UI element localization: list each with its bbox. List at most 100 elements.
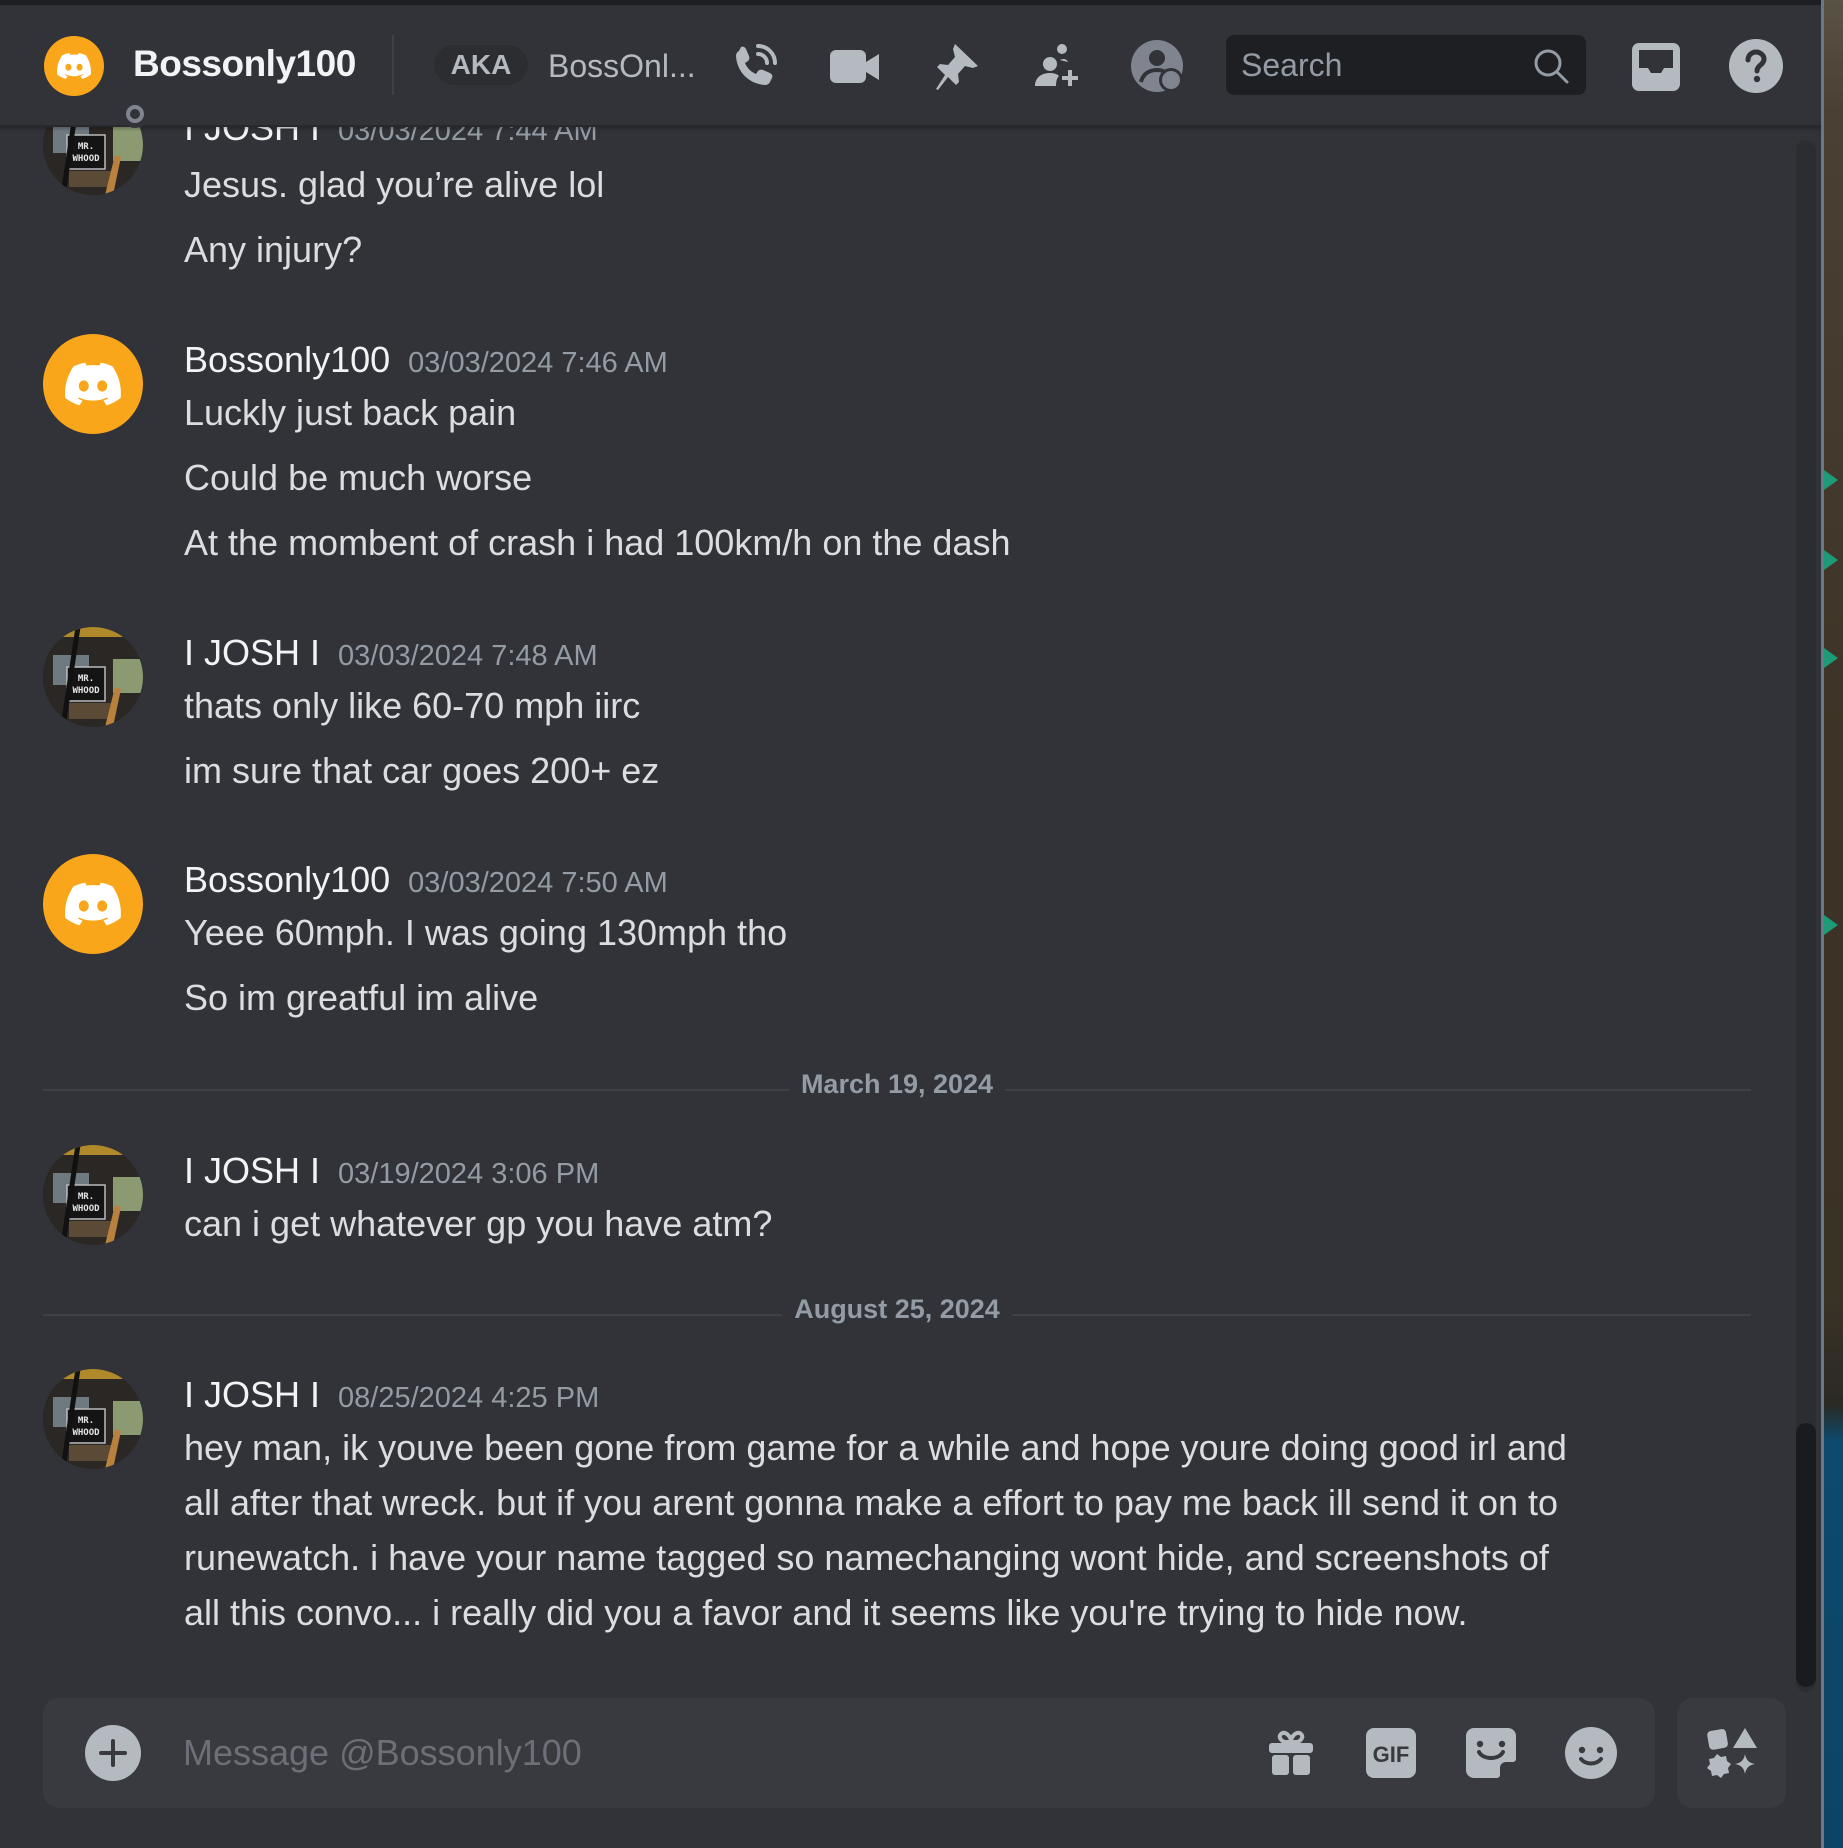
bossonly-avatar[interactable] xyxy=(43,334,143,434)
avatar-sign-text: WHOOD xyxy=(72,154,100,164)
sticker-picker-button[interactable] xyxy=(1464,1726,1518,1780)
avatar-sign-text: WHOOD xyxy=(72,1204,100,1214)
josh-avatar[interactable]: MR. WHOOD xyxy=(43,1145,143,1245)
josh-avatar[interactable]: MR. WHOOD xyxy=(43,125,143,195)
message-timestamp: 03/03/2024 7:48 AM xyxy=(338,640,598,672)
add-friend-icon xyxy=(1035,44,1078,86)
background-decoration xyxy=(1824,915,1838,935)
message-line: Could be much worse xyxy=(184,457,533,498)
message-author[interactable]: I JOSH I 03/03/2024 7:48 AM xyxy=(184,632,598,674)
user-profile-icon xyxy=(1131,40,1183,92)
message-composer: GIF xyxy=(43,1698,1655,1808)
author-name[interactable]: I JOSH I xyxy=(184,632,320,673)
message-input[interactable] xyxy=(183,1698,1183,1808)
search-box[interactable] xyxy=(1226,35,1586,95)
author-name[interactable]: Bossonly100 xyxy=(184,859,390,900)
message-line: can i get whatever gp you have atm? xyxy=(184,1203,773,1244)
message-line: runewatch. i have your name tagged so na… xyxy=(184,1537,1549,1578)
josh-avatar[interactable]: MR. WHOOD xyxy=(43,1369,143,1469)
aka-badge[interactable]: AKA xyxy=(434,45,528,85)
emoji-picker-button[interactable] xyxy=(1564,1726,1618,1780)
message-timestamp: 03/03/2024 7:50 AM xyxy=(408,867,668,899)
inbox-button[interactable] xyxy=(1628,38,1684,94)
header-divider xyxy=(392,35,394,95)
discord-logo-icon xyxy=(65,362,121,406)
bossonly-avatar[interactable] xyxy=(43,854,143,954)
message-line: thats only like 60-70 mph iirc xyxy=(184,685,641,726)
author-name[interactable]: I JOSH I xyxy=(184,1374,320,1415)
message-line: Yeee 60mph. I was going 130mph tho xyxy=(184,912,788,953)
gif-picker-button[interactable]: GIF xyxy=(1364,1726,1418,1780)
message-line: im sure that car goes 200+ ez xyxy=(184,750,660,791)
attach-file-button[interactable] xyxy=(85,1725,141,1781)
message-line: Jesus. glad you’re alive lol xyxy=(184,164,605,205)
background-decoration xyxy=(1824,550,1838,570)
avatar-sign-text: MR. xyxy=(78,1192,94,1202)
avatar-sign-text: MR. xyxy=(78,1416,94,1426)
avatar-photo: MR. WHOOD xyxy=(43,627,143,727)
message-line: Any injury? xyxy=(184,229,363,270)
message-timestamp: 08/25/2024 4:25 PM xyxy=(338,1382,600,1414)
avatar-sign-text: MR. xyxy=(78,674,94,684)
author-name[interactable]: Bossonly100 xyxy=(184,339,390,380)
apps-icon xyxy=(1707,1728,1757,1778)
message-line: At the mombent of crash i had 100km/h on… xyxy=(184,522,1011,563)
message-line: hey man, ik youve been gone from game fo… xyxy=(184,1427,1567,1468)
send-gift-button[interactable] xyxy=(1264,1726,1318,1780)
avatar-photo: MR. WHOOD xyxy=(43,1369,143,1469)
search-input[interactable] xyxy=(1241,35,1521,95)
date-divider-label: March 19, 2024 xyxy=(788,1069,1006,1100)
aka-names[interactable]: BossOnl... xyxy=(548,48,696,85)
background-decoration xyxy=(1824,470,1838,490)
pin-icon xyxy=(936,44,978,90)
gift-icon xyxy=(1269,1730,1313,1775)
message-author[interactable]: Bossonly100 03/03/2024 7:50 AM xyxy=(184,859,668,901)
message-line: all after that wreck. but if you arent g… xyxy=(184,1482,1559,1523)
background-decoration xyxy=(1824,648,1838,668)
date-divider: August 25, 2024 xyxy=(43,1294,1751,1325)
message-line: So im greatful im alive xyxy=(184,977,539,1018)
help-icon xyxy=(1729,39,1783,93)
josh-avatar[interactable]: MR. WHOOD xyxy=(43,627,143,727)
avatar-sign-text: WHOOD xyxy=(72,686,100,696)
background-desktop-sliver xyxy=(1821,0,1843,1848)
user-profile-toggle-button[interactable] xyxy=(1129,38,1185,94)
help-button[interactable] xyxy=(1728,38,1784,94)
avatar-photo: MR. WHOOD xyxy=(43,125,143,195)
header-avatar[interactable] xyxy=(44,36,149,128)
phone-call-icon xyxy=(736,44,777,85)
scrollbar-thumb[interactable] xyxy=(1796,1423,1816,1687)
author-name[interactable]: I JOSH I xyxy=(184,125,320,148)
message-line: all this convo... i really did you a fav… xyxy=(184,1592,1468,1633)
date-divider-label: August 25, 2024 xyxy=(782,1294,1012,1325)
start-video-call-button[interactable] xyxy=(827,38,883,94)
search-icon xyxy=(1534,49,1569,84)
date-divider: March 19, 2024 xyxy=(43,1069,1751,1100)
avatar-sign-text: MR. xyxy=(78,142,94,152)
message-timestamp: 03/03/2024 7:44 AM xyxy=(338,125,598,147)
sticker-icon xyxy=(1466,1728,1516,1778)
avatar-photo: MR. WHOOD xyxy=(43,1145,143,1245)
offline-status-icon xyxy=(121,100,149,128)
message-timestamp: 03/03/2024 7:46 AM xyxy=(408,347,668,379)
message-list: MR. WHOOD I JOSH I 03/03/2024 7:44 AM Jesu… xyxy=(0,125,1800,1698)
dm-username[interactable]: Bossonly100 xyxy=(133,43,356,85)
pinned-messages-button[interactable] xyxy=(930,38,986,94)
discord-logo-icon xyxy=(57,53,91,79)
message-author[interactable]: I JOSH I 08/25/2024 4:25 PM xyxy=(184,1374,599,1416)
emoji-icon xyxy=(1565,1727,1617,1779)
avatar-sign-text: WHOOD xyxy=(72,1428,100,1438)
video-camera-icon xyxy=(830,50,879,83)
gif-icon: GIF xyxy=(1366,1728,1416,1778)
apps-button[interactable] xyxy=(1677,1698,1786,1808)
author-name[interactable]: I JOSH I xyxy=(184,1150,320,1191)
message-line: Luckly just back pain xyxy=(184,392,517,433)
message-author[interactable]: I JOSH I 03/03/2024 7:44 AM xyxy=(184,125,598,149)
start-voice-call-button[interactable] xyxy=(727,38,783,94)
message-timestamp: 03/19/2024 3:06 PM xyxy=(338,1158,600,1190)
discord-logo-icon xyxy=(65,882,121,926)
gif-label: GIF xyxy=(1373,1742,1410,1767)
message-author[interactable]: Bossonly100 03/03/2024 7:46 AM xyxy=(184,339,668,381)
add-friends-to-dm-button[interactable] xyxy=(1030,38,1086,94)
message-author[interactable]: I JOSH I 03/19/2024 3:06 PM xyxy=(184,1150,599,1192)
